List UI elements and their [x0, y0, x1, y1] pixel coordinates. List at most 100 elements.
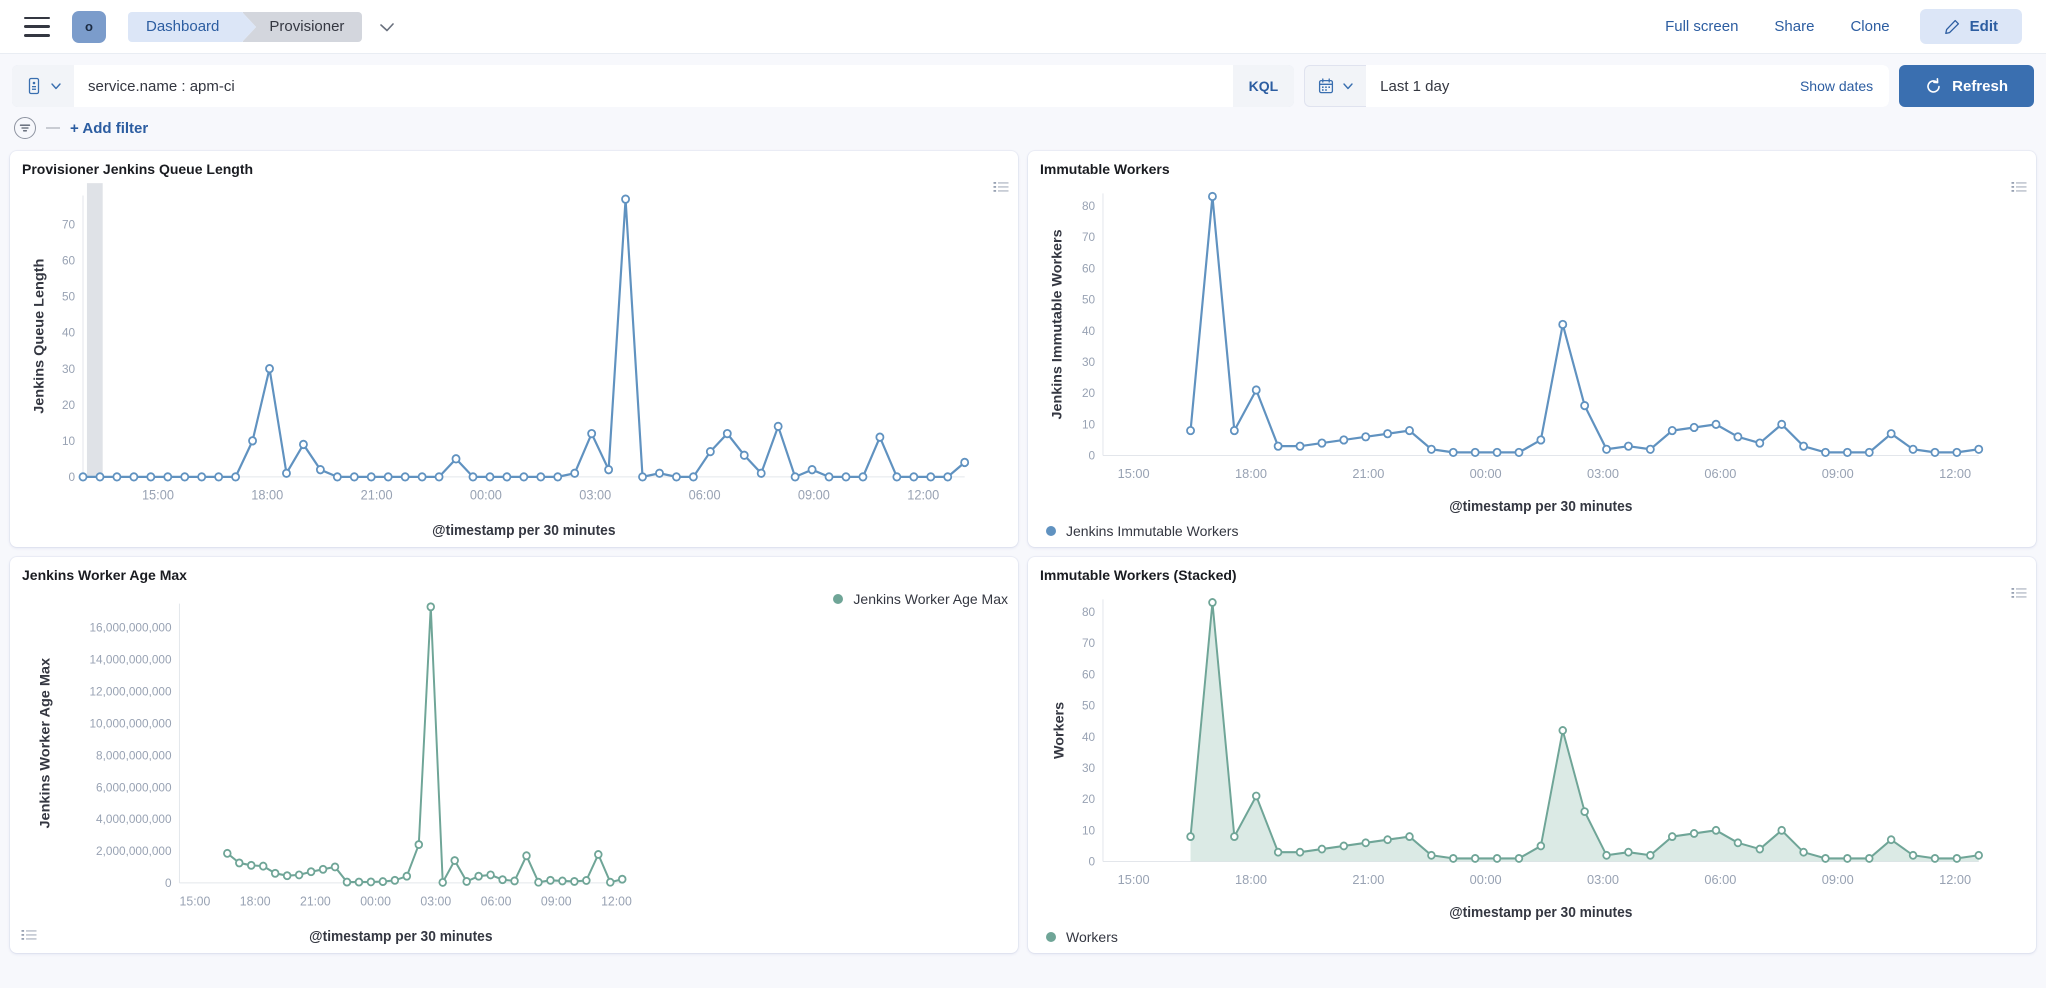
svg-text:20: 20	[62, 398, 75, 412]
svg-text:6,000,000,000: 6,000,000,000	[96, 780, 172, 794]
hamburger-menu-icon[interactable]	[24, 17, 50, 37]
svg-text:18:00: 18:00	[1235, 466, 1267, 481]
filter-bar: + Add filter	[0, 107, 2046, 151]
svg-text:00:00: 00:00	[1470, 466, 1502, 481]
panel-provisioner-jenkins-queue-length[interactable]: Provisioner Jenkins Queue Length 0102030…	[10, 151, 1018, 547]
svg-text:4,000,000,000: 4,000,000,000	[96, 812, 172, 826]
svg-text:12:00: 12:00	[907, 487, 939, 502]
pencil-icon	[1944, 19, 1960, 35]
chart-canvas: 01020304050607015:0018:0021:0000:0003:00…	[22, 179, 1006, 541]
legend-toggle-icon[interactable]	[990, 177, 1012, 199]
chevron-down-icon	[50, 80, 62, 92]
svg-text:Workers: Workers	[1051, 702, 1067, 759]
top-nav-actions: Full screen Share Clone Edit	[1649, 9, 2022, 44]
chart-canvas: 0102030405060708015:0018:0021:0000:0003:…	[1040, 585, 2024, 923]
svg-text:03:00: 03:00	[420, 894, 451, 908]
svg-text:10: 10	[62, 434, 75, 448]
svg-text:2,000,000,000: 2,000,000,000	[96, 844, 172, 858]
svg-text:50: 50	[1082, 292, 1095, 306]
share-link[interactable]: Share	[1758, 10, 1830, 43]
search-input[interactable]	[74, 65, 1233, 107]
top-navigation-bar: o Dashboard Provisioner Full screen Shar…	[0, 0, 2046, 54]
svg-text:12:00: 12:00	[601, 894, 632, 908]
svg-text:21:00: 21:00	[361, 487, 393, 502]
refresh-button[interactable]: Refresh	[1899, 65, 2034, 107]
data-view-selector-button[interactable]	[12, 65, 74, 107]
chevron-down-icon[interactable]	[378, 18, 396, 36]
add-filter-button[interactable]: + Add filter	[70, 120, 148, 137]
date-picker-group: Last 1 day Show dates	[1304, 65, 1889, 107]
panel-title: Immutable Workers	[1040, 161, 2024, 177]
legend-label: Workers	[1066, 929, 1118, 945]
date-quick-select-button[interactable]	[1304, 65, 1366, 107]
svg-text:60: 60	[1082, 667, 1095, 681]
svg-text:30: 30	[1082, 761, 1095, 775]
svg-text:50: 50	[1082, 698, 1095, 712]
svg-text:15:00: 15:00	[142, 487, 174, 502]
clone-link[interactable]: Clone	[1834, 10, 1905, 43]
svg-text:21:00: 21:00	[1352, 466, 1384, 481]
svg-text:Jenkins Worker Age Max: Jenkins Worker Age Max	[37, 658, 53, 829]
panel-title: Immutable Workers (Stacked)	[1040, 567, 2024, 583]
svg-text:06:00: 06:00	[689, 487, 721, 502]
svg-text:15:00: 15:00	[1118, 466, 1150, 481]
svg-text:@timestamp per 30 minutes: @timestamp per 30 minutes	[1449, 904, 1632, 920]
svg-text:70: 70	[62, 217, 75, 231]
svg-text:Jenkins Queue Length: Jenkins Queue Length	[31, 259, 47, 414]
refresh-button-label: Refresh	[1952, 78, 2008, 95]
legend-color-dot	[1046, 526, 1056, 536]
panel-jenkins-worker-age-max[interactable]: Jenkins Worker Age Max Jenkins Worker Ag…	[10, 557, 1018, 953]
svg-text:10,000,000,000: 10,000,000,000	[90, 716, 172, 730]
svg-text:0: 0	[69, 470, 76, 484]
svg-text:06:00: 06:00	[481, 894, 512, 908]
svg-text:16,000,000,000: 16,000,000,000	[90, 620, 172, 634]
dashboard-grid: Provisioner Jenkins Queue Length 0102030…	[0, 151, 2046, 953]
refresh-icon	[1925, 78, 1942, 95]
breadcrumb-item-provisioner[interactable]: Provisioner	[243, 12, 362, 42]
svg-text:@timestamp per 30 minutes: @timestamp per 30 minutes	[309, 927, 492, 943]
svg-text:0: 0	[1089, 854, 1096, 868]
svg-text:00:00: 00:00	[1470, 872, 1502, 887]
svg-text:09:00: 09:00	[1822, 466, 1854, 481]
data-view-icon	[26, 77, 42, 95]
edit-button[interactable]: Edit	[1920, 9, 2022, 44]
svg-text:50: 50	[62, 289, 75, 303]
show-dates-button[interactable]: Show dates	[1784, 65, 1889, 107]
panel-immutable-workers-stacked[interactable]: Immutable Workers (Stacked) 010203040506…	[1028, 557, 2036, 953]
full-screen-link[interactable]: Full screen	[1649, 10, 1754, 43]
panel-immutable-workers[interactable]: Immutable Workers 0102030405060708015:00…	[1028, 151, 2036, 547]
filter-divider	[46, 127, 60, 129]
svg-text:21:00: 21:00	[1352, 872, 1384, 887]
svg-text:15:00: 15:00	[1118, 872, 1150, 887]
svg-text:60: 60	[62, 253, 75, 267]
svg-text:80: 80	[1082, 199, 1095, 213]
svg-text:15:00: 15:00	[180, 894, 211, 908]
svg-text:40: 40	[1082, 730, 1095, 744]
legend-toggle-icon[interactable]	[2008, 177, 2030, 199]
svg-text:03:00: 03:00	[1587, 466, 1619, 481]
date-range-value[interactable]: Last 1 day	[1366, 65, 1784, 107]
svg-text:0: 0	[1089, 448, 1096, 462]
query-input-group: KQL	[12, 65, 1294, 107]
svg-text:06:00: 06:00	[1704, 466, 1736, 481]
breadcrumb-item-dashboard[interactable]: Dashboard	[128, 12, 243, 42]
app-logo-text: o	[85, 19, 93, 34]
svg-text:20: 20	[1082, 386, 1095, 400]
chart-legend[interactable]: Jenkins Immutable Workers	[1040, 517, 2024, 541]
svg-text:30: 30	[1082, 355, 1095, 369]
svg-text:30: 30	[62, 362, 75, 376]
svg-text:10: 10	[1082, 417, 1095, 431]
query-language-button[interactable]: KQL	[1233, 65, 1295, 107]
svg-text:70: 70	[1082, 636, 1095, 650]
legend-toggle-icon[interactable]	[2008, 583, 2030, 605]
panel-title: Jenkins Worker Age Max	[22, 567, 1006, 583]
filter-icon[interactable]	[14, 117, 36, 139]
breadcrumb-label: Dashboard	[146, 18, 219, 35]
chart-legend[interactable]: Workers	[1040, 923, 2024, 947]
svg-text:40: 40	[1082, 324, 1095, 338]
svg-text:8,000,000,000: 8,000,000,000	[96, 748, 172, 762]
app-logo[interactable]: o	[72, 11, 106, 43]
svg-text:12,000,000,000: 12,000,000,000	[90, 684, 172, 698]
legend-toggle-icon[interactable]	[18, 925, 40, 947]
svg-text:12:00: 12:00	[1939, 872, 1971, 887]
